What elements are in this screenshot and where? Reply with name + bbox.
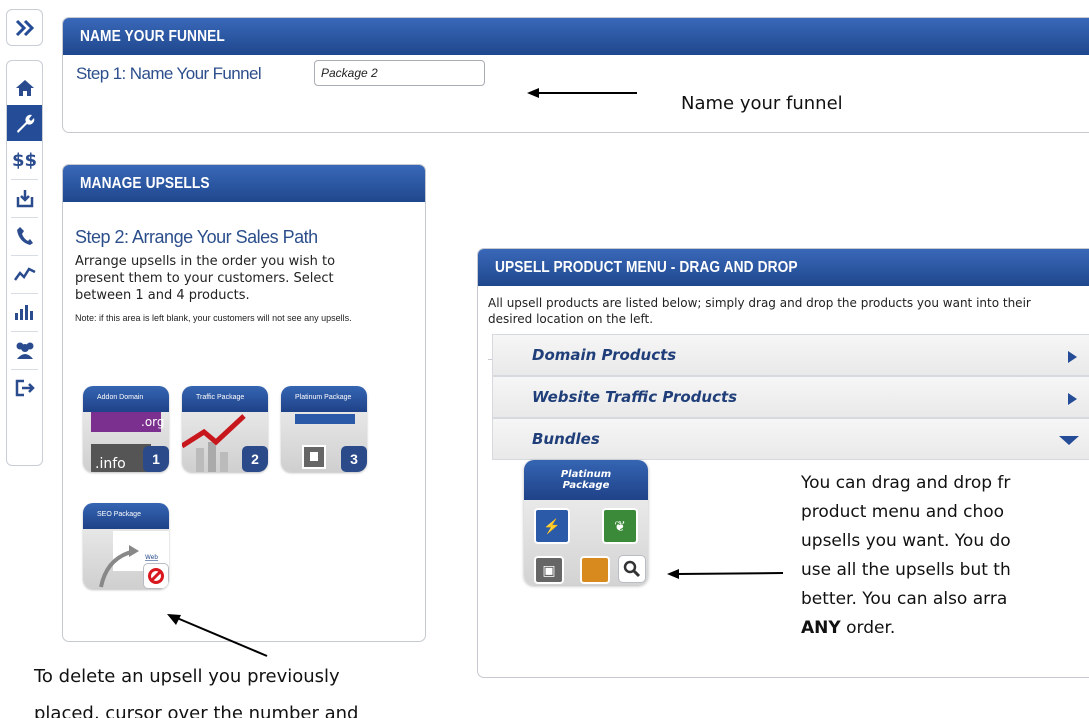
expand-sidebar-button[interactable] [6,9,43,46]
bundle-product-platinum[interactable]: Platinum Package ⚡ ❦ ▣ [524,460,648,585]
delete-upsell-button[interactable] [143,563,169,589]
sidebar-nav: $$ [6,60,43,466]
step2-title: Step 2: Arrange Your Sales Path [75,227,318,247]
sidebar-item-download[interactable] [7,179,42,217]
svg-text:Web: Web [145,554,158,561]
sidebar-item-users[interactable] [7,331,42,369]
chevron-right-icon [1068,351,1077,363]
manage-upsells-panel: MANAGE UPSELLS Step 2: Arrange Your Sale… [62,164,426,642]
chevron-right-icon [1068,393,1077,405]
annotation-drag-drop: You can drag and drop fr product menu an… [801,473,1011,638]
product-menu-intro: All upsell products are listed below; si… [488,296,1031,326]
logout-icon [15,379,35,397]
wrench-icon [16,114,34,133]
upsell-slot-4[interactable]: SEO Package Web [83,503,169,589]
chevron-down-icon [1059,436,1079,445]
sidebar-item-logout[interactable] [7,369,42,407]
annotation-arrow [167,614,268,657]
upsell-order-badge[interactable]: 1 [143,446,169,472]
lightning-server-icon: ⚡ [534,508,570,544]
svg-text:.org: .org [141,415,165,429]
sidebar-item-tools[interactable] [7,105,42,141]
upsell-title: SEO Package [83,503,169,529]
svg-text:.info: .info [95,456,126,472]
trend-chart-icon [13,267,36,281]
category-label: Website Traffic Products [532,388,738,406]
delete-icon [148,568,164,584]
upsell-order-badge[interactable]: 2 [242,446,268,472]
sidebar-item-pricing[interactable]: $$ [7,141,42,179]
double-chevron-right-icon [15,19,34,36]
sidebar-item-home[interactable] [7,69,42,107]
upsell-slot-3[interactable]: Platinum Package 3 [281,386,367,472]
phone-icon [16,227,33,245]
annotation-delete-line1: To delete an upsell you previously [34,666,340,687]
green-server-icon: ❦ [602,508,638,544]
sidebar-item-phone[interactable] [7,217,42,255]
upsell-slot-2[interactable]: Traffic Package 2 [182,386,268,472]
security-icon: ▣ [534,556,564,584]
category-label: Bundles [532,430,600,448]
home-icon [15,80,34,96]
package-icon [580,556,610,584]
category-domain-products[interactable]: Domain Products [492,334,1089,376]
step2-note: Note: if this area is left blank, your c… [75,313,352,323]
upsell-order-badge[interactable]: 3 [341,446,367,472]
download-icon [16,190,33,208]
dollar-icon: $$ [11,149,38,171]
annotation-arrow [667,569,784,579]
sidebar-item-trends[interactable] [7,255,42,293]
panel-header: MANAGE UPSELLS [63,165,425,202]
sidebar-item-stats[interactable] [7,293,42,331]
annotation-delete-line2: placed, cursor over the number and [34,703,359,718]
preview-product-button[interactable] [618,555,646,583]
upsell-title: Addon Domain [83,386,169,412]
bar-chart-icon [14,305,33,320]
bundle-title: Platinum Package [524,460,648,500]
category-website-traffic-products[interactable]: Website Traffic Products [492,376,1089,418]
magnifier-icon [623,560,641,578]
panel-header: UPSELL PRODUCT MENU - DRAG AND DROP [478,249,1089,286]
step2-description: Arrange upsells in the order you wish to… [75,254,336,303]
users-icon [16,342,33,359]
upsell-slot-1[interactable]: Addon Domain .org .info 1 [83,386,169,472]
upsell-title: Platinum Package [281,386,367,412]
annotation-arrow [527,88,637,98]
funnel-name-input[interactable] [314,60,485,86]
category-bundles[interactable]: Bundles [492,418,1089,460]
step1-label: Step 1: Name Your Funnel [76,64,262,83]
name-funnel-panel: NAME YOUR FUNNEL Step 1: Name Your Funne… [62,17,1089,133]
category-label: Domain Products [532,346,677,364]
panel-header: NAME YOUR FUNNEL [63,18,1089,55]
annotation-name-funnel: Name your funnel [681,93,843,114]
upsell-title: Traffic Package [182,386,268,412]
